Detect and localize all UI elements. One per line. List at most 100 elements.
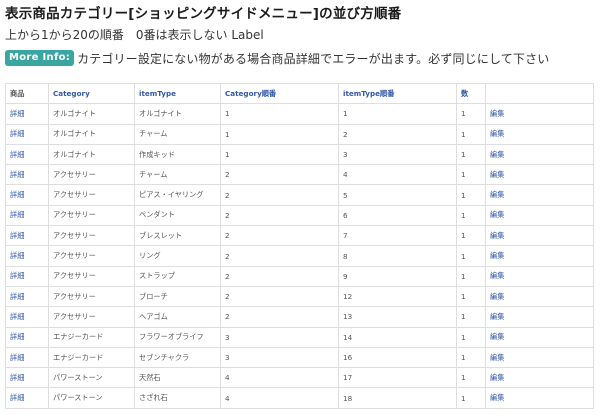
edit-link[interactable]: 編集 xyxy=(490,312,504,321)
itemtype-order-cell: 1 xyxy=(338,103,457,125)
count-cell: 1 xyxy=(456,143,486,166)
column-header-itemtype-order[interactable]: itemType順番 xyxy=(338,82,457,105)
detail-link[interactable]: 詳細 xyxy=(10,393,24,402)
edit-link[interactable]: 編集 xyxy=(490,231,504,240)
table-row: 詳細 アクセサリー ストラップ 2 9 1 編集 xyxy=(5,265,594,287)
itemtype-cell: リング xyxy=(139,251,161,261)
count-cell: 1 xyxy=(461,353,466,362)
edit-cell: 編集 xyxy=(485,367,594,389)
edit-link[interactable]: 編集 xyxy=(490,251,504,260)
table-row: 詳細 オルゴナイト チャーム 1 2 1 編集 xyxy=(5,123,594,145)
edit-link[interactable]: 編集 xyxy=(490,129,504,138)
category-order-cell: 2 xyxy=(220,164,339,186)
page-title: 表示商品カテゴリー[ショッピングサイドメニュー]の並び方順番 xyxy=(5,6,402,22)
itemtype-order-cell: 4 xyxy=(343,170,348,180)
itemtype-order-cell: 14 xyxy=(338,326,457,348)
category-cell: アクセサリー xyxy=(48,164,135,186)
edit-link[interactable]: 編集 xyxy=(490,292,504,301)
detail-link[interactable]: 詳細 xyxy=(10,109,24,118)
column-header-category-order[interactable]: Category順番 xyxy=(220,82,339,105)
edit-link[interactable]: 編集 xyxy=(490,109,504,118)
detail-cell: 詳細 xyxy=(5,265,49,287)
category-cell: アクセサリー xyxy=(48,265,135,287)
count-cell: 1 xyxy=(461,312,466,322)
column-header-itemtype[interactable]: itemType xyxy=(134,82,221,105)
category-cell: オルゴナイト xyxy=(48,143,135,166)
table-row: 詳細 アクセサリー ヘアゴム 2 13 1 編集 xyxy=(5,306,594,328)
category-cell: アクセサリー xyxy=(48,204,135,227)
itemtype-cell: チャーム xyxy=(139,169,168,179)
detail-link[interactable]: 詳細 xyxy=(10,292,24,301)
category-order-cell: 2 xyxy=(225,170,230,180)
itemtype-cell: ストラップ xyxy=(139,271,175,281)
category-order-cell: 1 xyxy=(220,143,339,166)
edit-link[interactable]: 編集 xyxy=(490,393,504,402)
count-cell: 1 xyxy=(461,190,466,200)
category-cell: パワーストーン xyxy=(48,387,135,409)
category-order-cell: 3 xyxy=(225,332,230,342)
detail-link[interactable]: 詳細 xyxy=(10,170,24,179)
itemtype-order-cell: 9 xyxy=(343,271,348,281)
itemtype-cell: セブンチャクラ xyxy=(134,346,221,369)
category-cell: アクセサリー xyxy=(53,251,96,261)
detail-link[interactable]: 詳細 xyxy=(10,150,24,159)
category-cell: パワーストーン xyxy=(53,372,103,382)
itemtype-order-cell: 2 xyxy=(338,123,457,145)
category-order-cell: 2 xyxy=(220,285,339,308)
edit-cell: 編集 xyxy=(485,123,594,145)
detail-link[interactable]: 詳細 xyxy=(10,231,24,240)
edit-link[interactable]: 編集 xyxy=(490,190,504,199)
detail-link[interactable]: 詳細 xyxy=(10,353,24,362)
category-order-cell: 4 xyxy=(225,373,230,383)
table-row: 詳細 パワーストーン 天然石 4 17 1 編集 xyxy=(5,367,594,389)
count-cell: 1 xyxy=(456,326,486,348)
edit-cell: 編集 xyxy=(485,204,594,227)
category-cell: オルゴナイト xyxy=(53,129,96,139)
category-order-cell: 2 xyxy=(220,245,339,267)
table-header-row: 商品 Category itemType Category順番 itemType… xyxy=(5,82,594,105)
edit-link[interactable]: 編集 xyxy=(490,150,504,159)
itemtype-order-cell: 16 xyxy=(338,346,457,369)
edit-link[interactable]: 編集 xyxy=(490,373,504,382)
itemtype-order-cell: 6 xyxy=(343,210,348,220)
edit-link[interactable]: 編集 xyxy=(490,210,504,219)
itemtype-order-cell: 3 xyxy=(338,143,457,166)
itemtype-order-cell: 4 xyxy=(338,164,457,186)
column-header-category[interactable]: Category xyxy=(48,82,135,105)
edit-cell: 編集 xyxy=(485,265,594,287)
column-header-actions xyxy=(485,82,594,105)
itemtype-order-cell: 5 xyxy=(343,190,348,200)
category-order-cell: 3 xyxy=(225,353,230,362)
count-cell: 1 xyxy=(456,225,486,247)
detail-link[interactable]: 詳細 xyxy=(10,332,24,341)
edit-link[interactable]: 編集 xyxy=(490,353,504,362)
itemtype-cell: オルゴナイト xyxy=(134,103,221,125)
count-cell: 1 xyxy=(456,367,486,389)
edit-link[interactable]: 編集 xyxy=(490,271,504,280)
edit-cell: 編集 xyxy=(485,225,594,247)
detail-link[interactable]: 詳細 xyxy=(10,210,24,219)
detail-link[interactable]: 詳細 xyxy=(10,271,24,280)
itemtype-cell: セブンチャクラ xyxy=(139,352,190,362)
detail-link[interactable]: 詳細 xyxy=(10,251,24,260)
column-header-count[interactable]: 数 xyxy=(456,82,486,105)
category-order-cell: 2 xyxy=(220,306,339,328)
category-cell: アクセサリー xyxy=(53,230,96,240)
edit-link[interactable]: 編集 xyxy=(490,332,504,341)
info-text: カテゴリー設定にない物がある場合商品詳細でエラーが出ます。必ず同じにして下さい xyxy=(77,51,550,66)
table-row: 詳細 オルゴナイト 作成キッド 1 3 1 編集 xyxy=(5,143,594,166)
detail-link[interactable]: 詳細 xyxy=(10,190,24,199)
detail-cell: 詳細 xyxy=(5,326,49,348)
table-row: 詳細 アクセサリー ブレスレット 2 7 1 編集 xyxy=(5,225,594,247)
category-cell: オルゴナイト xyxy=(53,149,96,159)
detail-link[interactable]: 詳細 xyxy=(10,373,24,382)
itemtype-order-cell: 12 xyxy=(343,292,353,302)
table-row: 詳細 アクセサリー ペンダント 2 6 1 編集 xyxy=(5,204,594,227)
count-cell: 1 xyxy=(461,109,466,119)
detail-link[interactable]: 詳細 xyxy=(10,129,24,138)
edit-link[interactable]: 編集 xyxy=(490,170,504,179)
count-cell: 1 xyxy=(456,184,486,206)
category-cell: アクセサリー xyxy=(48,245,135,267)
detail-cell: 詳細 xyxy=(5,123,49,145)
detail-link[interactable]: 詳細 xyxy=(10,312,24,321)
